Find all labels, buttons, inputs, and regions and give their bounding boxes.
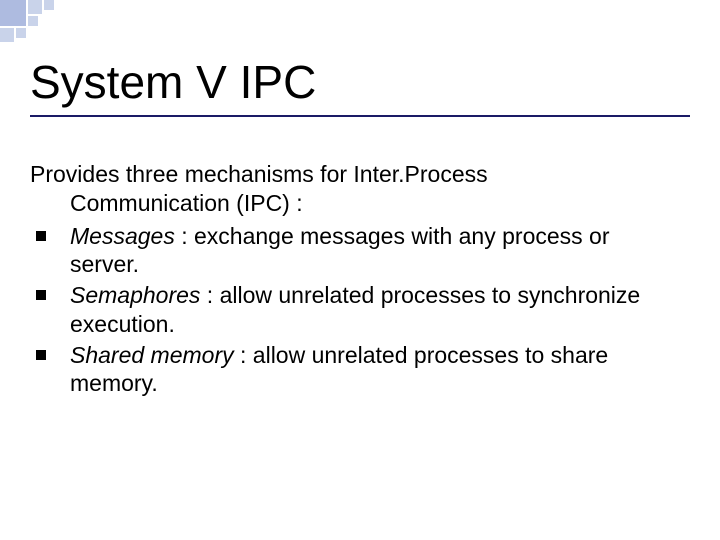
square-icon: [44, 0, 54, 10]
square-icon: [0, 0, 26, 26]
square-icon: [28, 0, 42, 14]
bullet-term: Messages: [70, 223, 175, 249]
intro-line-1: Provides three mechanisms for Inter.Proc…: [30, 161, 488, 187]
intro-text: Provides three mechanisms for Inter.Proc…: [30, 160, 680, 218]
slide: System V IPC Provides three mechanisms f…: [0, 0, 720, 540]
square-icon: [28, 16, 38, 26]
list-item: Semaphores : allow unrelated processes t…: [30, 281, 680, 339]
title-underline: [30, 115, 690, 117]
bullet-term: Semaphores: [70, 282, 200, 308]
list-item: Messages : exchange messages with any pr…: [30, 222, 680, 280]
slide-title: System V IPC: [30, 55, 690, 109]
title-area: System V IPC: [30, 55, 690, 117]
intro-line-2: Communication (IPC) :: [30, 189, 680, 218]
bullet-list: Messages : exchange messages with any pr…: [30, 222, 680, 399]
slide-body: Provides three mechanisms for Inter.Proc…: [30, 160, 680, 400]
bullet-square-icon: [36, 231, 46, 241]
square-icon: [0, 28, 14, 42]
corner-decoration: [0, 0, 120, 45]
bullet-square-icon: [36, 290, 46, 300]
list-item: Shared memory : allow unrelated processe…: [30, 341, 680, 399]
bullet-square-icon: [36, 350, 46, 360]
bullet-term: Shared memory: [70, 342, 234, 368]
square-icon: [16, 28, 26, 38]
